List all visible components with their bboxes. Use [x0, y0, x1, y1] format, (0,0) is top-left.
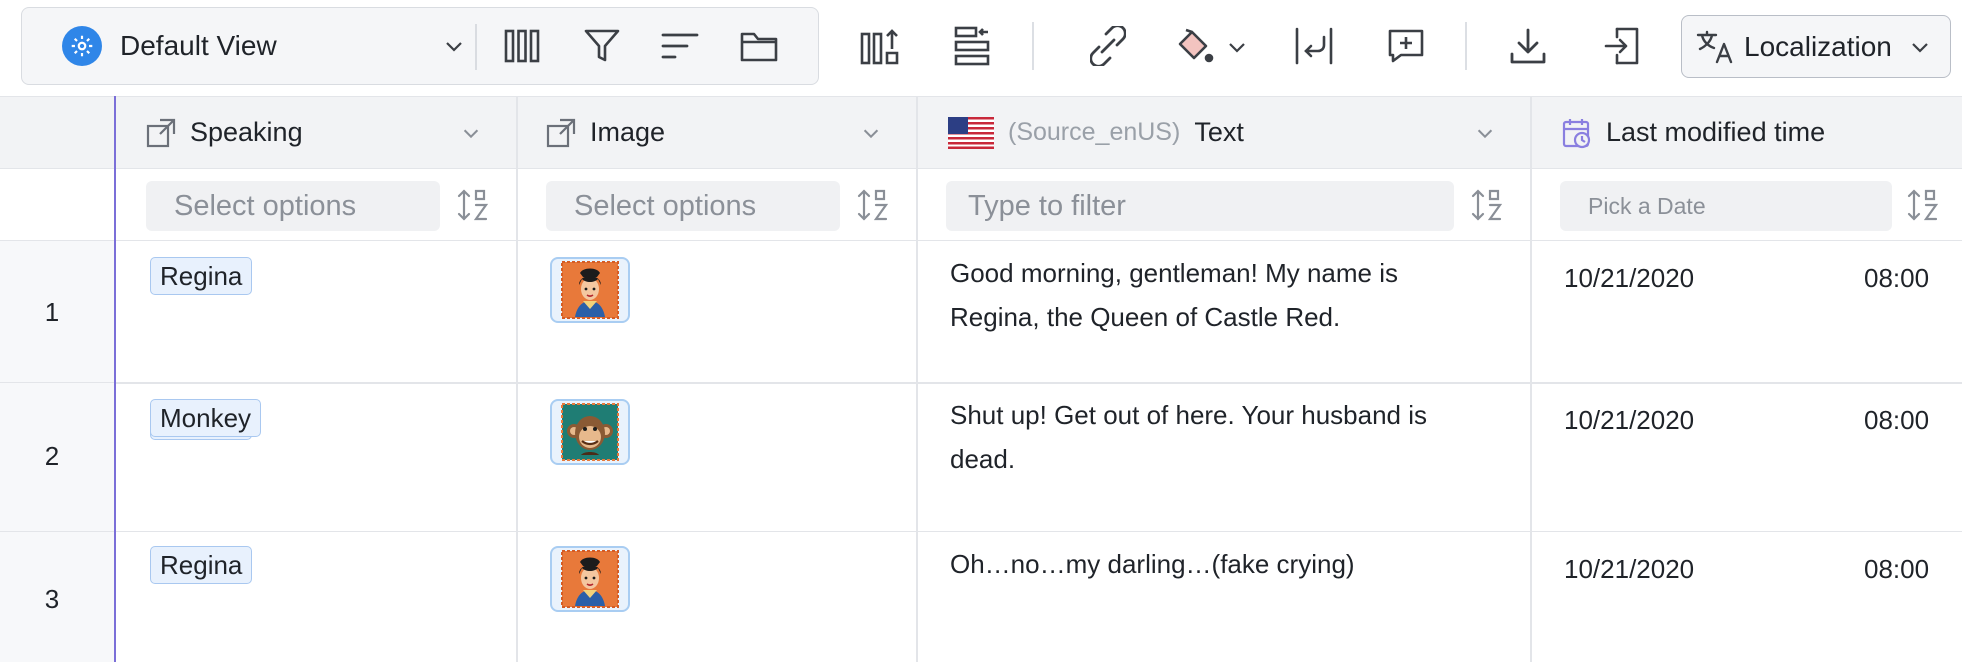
dialogue-text[interactable]: Good morning, gentleman! My name is Regi… — [950, 251, 1490, 339]
paint-bucket-icon[interactable] — [1172, 24, 1216, 68]
add-comment-icon[interactable] — [1384, 24, 1428, 68]
column-header-text[interactable]: (Source_enUS) Text — [948, 96, 1244, 169]
modified-date: 10/21/2020 — [1564, 263, 1695, 293]
column-insert-icon[interactable] — [858, 24, 902, 68]
source-language-label: (Source_enUS) — [1008, 118, 1181, 146]
speaking-filter[interactable]: Select options — [146, 181, 440, 231]
modified-time: 08:00 — [1864, 554, 1930, 584]
sort-icon[interactable] — [660, 26, 700, 66]
row-number-filter — [0, 169, 114, 241]
table-row[interactable]: 2 Monkey Shut up! Get out of here. Your … — [0, 383, 1962, 532]
column-title: Image — [590, 117, 666, 147]
modified-time: 08:00 — [1864, 263, 1930, 293]
speaker-tag[interactable]: Regina — [150, 546, 253, 584]
toolbar: Default View Localization — [0, 0, 1962, 96]
speaker-tag[interactable]: Monkey — [150, 399, 262, 437]
calendar-clock-icon — [1562, 118, 1591, 148]
modified-date: 10/21/2020 — [1564, 554, 1695, 584]
table-row[interactable]: 3 Regina Oh…no…my darling…(fake crying) … — [0, 532, 1962, 662]
image-filter[interactable]: Select options — [546, 181, 840, 231]
chevron-down-icon[interactable] — [460, 122, 482, 149]
folder-icon[interactable] — [738, 26, 780, 66]
column-title: Last modified time — [1606, 117, 1826, 147]
view-selector[interactable]: Default View — [62, 26, 472, 66]
column-title: Text — [1194, 117, 1244, 147]
modified-date: 10/21/2020 — [1564, 405, 1695, 435]
view-controls: Default View — [21, 7, 819, 85]
import-icon[interactable] — [1600, 24, 1644, 68]
chevron-down-icon — [1908, 35, 1932, 59]
localization-button[interactable]: Localization — [1681, 15, 1951, 78]
modified-time: 08:00 — [1864, 405, 1930, 435]
toolbar-separator — [1032, 22, 1034, 70]
queen-portrait-icon — [561, 550, 619, 608]
gear-icon — [62, 26, 102, 66]
sort-az-icon[interactable] — [1906, 188, 1940, 227]
dialogue-text[interactable]: Oh…no…my darling…(fake crying) — [950, 542, 1490, 586]
rows-container: 1 Regina Good morning, gentleman! My nam… — [0, 241, 1962, 662]
dialogue-text[interactable]: Shut up! Get out of here. Your husband i… — [950, 393, 1490, 481]
divider — [475, 24, 477, 70]
external-link-icon — [546, 118, 576, 147]
monkey-avatar[interactable] — [550, 399, 630, 465]
sort-az-icon[interactable] — [456, 188, 490, 227]
sort-az-icon[interactable] — [1470, 188, 1504, 227]
chevron-down-icon — [442, 34, 466, 63]
chevron-down-icon[interactable] — [860, 122, 882, 149]
chevron-down-icon[interactable] — [1224, 34, 1250, 60]
regina-avatar[interactable] — [550, 257, 630, 323]
columns-icon[interactable] — [502, 26, 542, 66]
view-name: Default View — [120, 30, 277, 61]
chevron-down-icon[interactable] — [1474, 122, 1496, 149]
row-number: 1 — [44, 297, 60, 327]
queen-portrait-icon — [561, 261, 619, 319]
column-header-image[interactable]: Image — [546, 96, 665, 169]
us-flag-icon — [948, 116, 994, 149]
row-number-header — [0, 96, 114, 169]
link-icon[interactable] — [1086, 24, 1130, 68]
row-number: 3 — [44, 584, 60, 614]
table-row[interactable]: 1 Regina Good morning, gentleman! My nam… — [0, 241, 1962, 383]
column-header-last-modified[interactable]: Last modified time — [1562, 96, 1825, 169]
column-header-speaking[interactable]: Speaking — [146, 96, 303, 169]
date-filter[interactable]: Pick a Date — [1560, 181, 1892, 231]
filter-icon[interactable] — [582, 26, 622, 66]
row-number: 2 — [44, 441, 60, 471]
regina-avatar[interactable] — [550, 546, 630, 612]
translate-icon — [1696, 30, 1734, 64]
text-filter[interactable]: Type to filter — [946, 181, 1454, 231]
monkey-portrait-icon — [561, 403, 619, 461]
row-insert-icon[interactable] — [950, 24, 994, 68]
external-link-icon — [146, 118, 176, 147]
localization-label: Localization — [1744, 30, 1892, 62]
toolbar-separator — [1465, 22, 1467, 70]
column-title: Speaking — [190, 117, 303, 147]
speaker-tag[interactable]: Regina — [150, 257, 253, 295]
sort-az-icon[interactable] — [856, 188, 890, 227]
download-icon[interactable] — [1506, 24, 1550, 68]
wrap-text-icon[interactable] — [1292, 24, 1336, 68]
